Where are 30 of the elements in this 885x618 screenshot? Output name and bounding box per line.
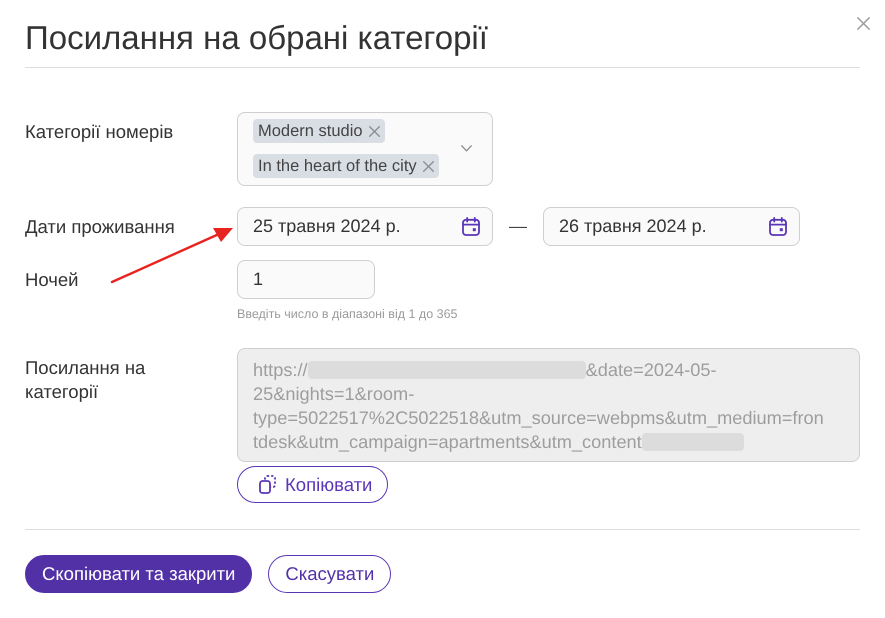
calendar-icon[interactable] (462, 217, 480, 236)
url-text: type=5022517%2C5022518&utm_source=webpms&utm_medium=fron (253, 407, 824, 430)
field-label: Ночей (25, 268, 80, 292)
calendar-icon[interactable] (769, 217, 787, 236)
date-value: 25 травня 2024 р. (253, 215, 401, 238)
cancel-button[interactable]: Скасувати (268, 555, 392, 593)
dialog-title: Посилання на обрані категорії (25, 19, 489, 56)
category-select[interactable]: Modern studio In the heart of the city (237, 112, 493, 186)
date-input[interactable]: 25 травня 2024 р. (237, 207, 493, 246)
field-label: Категорії номерів (25, 120, 174, 144)
date-input[interactable]: 26 травня 2024 р. (543, 207, 800, 246)
hint-text: Введіть число в діапазоні від 1 до 365 (237, 306, 458, 322)
date-value: 26 травня 2024 р. (559, 215, 707, 238)
copy-and-close-button[interactable]: Скопіювати та закрити (25, 555, 252, 593)
copy-icon (259, 475, 276, 494)
field-label: Посилання на категорії (25, 356, 146, 404)
url-text: &date=2024-05- (586, 359, 717, 382)
input-value: 1 (253, 268, 264, 291)
field-label: Дати проживання (25, 215, 176, 239)
remove-icon[interactable] (422, 160, 434, 172)
url-text: 25&nights=1&room- (253, 383, 414, 406)
close-icon[interactable] (857, 17, 870, 30)
chip-label: In the heart of the city (258, 156, 417, 176)
range-dash: — (508, 215, 528, 238)
url-text: tdesk&utm_campaign=apartments&utm_content (253, 431, 642, 454)
chevron-down-icon[interactable] (461, 145, 472, 152)
url-text: https:// (253, 359, 308, 382)
nights-input[interactable]: 1 (237, 260, 375, 299)
remove-icon[interactable] (368, 126, 380, 136)
chip-label: Modern studio (258, 121, 363, 141)
